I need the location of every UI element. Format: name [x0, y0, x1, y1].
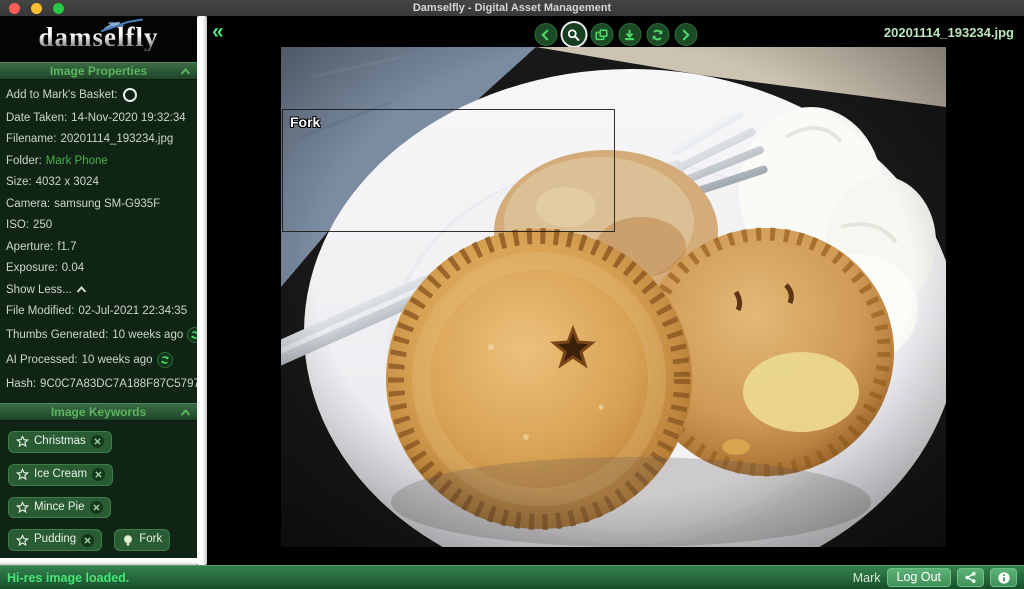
- prop-folder: Folder: Mark Phone: [6, 154, 108, 167]
- prop-iso: ISO: 250: [6, 219, 53, 231]
- info-icon: [997, 571, 1010, 584]
- remove-keyword-icon[interactable]: [92, 468, 106, 482]
- previous-image-button[interactable]: [534, 23, 557, 46]
- favourite-star-icon[interactable]: [16, 533, 29, 547]
- prop-aperture: Aperture: f1.7: [6, 240, 77, 253]
- prop-camera: Camera: samsung SM-G935F: [6, 197, 161, 210]
- keyword-chip[interactable]: Ice Cream: [8, 463, 114, 486]
- basket-checkbox[interactable]: [122, 88, 137, 102]
- favourite-star-icon[interactable]: [16, 435, 29, 448]
- show-less-toggle[interactable]: Show Less...: [6, 284, 197, 296]
- collapse-sidebar-button[interactable]: «: [212, 21, 224, 42]
- refresh-icon: [191, 330, 197, 339]
- keyword-chip[interactable]: Pudding: [8, 529, 103, 552]
- logout-button[interactable]: Log Out: [886, 568, 951, 587]
- chevron-up-icon[interactable]: [180, 408, 191, 417]
- keyword-chip[interactable]: Christmas: [8, 431, 112, 453]
- sidebar-horizontal-scrollbar[interactable]: [0, 558, 197, 565]
- keyword-chip[interactable]: Mince Pie: [8, 496, 111, 519]
- minimize-window-icon[interactable]: [31, 3, 42, 14]
- share-button[interactable]: [957, 568, 984, 587]
- chevron-right-icon: [682, 29, 690, 40]
- chevron-up-icon: [76, 285, 87, 293]
- basket-label: Add to Mark's Basket:: [6, 89, 118, 101]
- image-viewer: « 20201114_193234.jpg Fork: [207, 16, 1024, 565]
- photo-canvas[interactable]: Fork: [281, 47, 946, 547]
- statusbar: Hi-res image loaded. Mark Log Out: [0, 565, 1024, 589]
- window-titlebar: Damselfly - Digital Asset Management: [0, 0, 1024, 16]
- prop-exposure: Exposure: 0.04: [6, 262, 85, 274]
- app-logo: damselfly damselfly: [0, 16, 197, 62]
- remove-keyword-icon[interactable]: [81, 533, 95, 547]
- favourite-star-icon[interactable]: [16, 501, 29, 514]
- maximize-window-icon[interactable]: [53, 3, 64, 14]
- keyword-chip-ai[interactable]: Fork: [114, 529, 171, 552]
- viewer-toolbar: [534, 23, 697, 46]
- next-image-button[interactable]: [674, 23, 697, 46]
- object-detection-box[interactable]: Fork: [282, 109, 615, 232]
- prop-thumbs-generated: Thumbs Generated: 10 weeks ago: [6, 326, 197, 343]
- prop-size: Size: 4032 x 3024: [6, 176, 99, 188]
- status-message: Hi-res image loaded.: [7, 570, 130, 585]
- remove-keyword-icon[interactable]: [90, 435, 104, 449]
- dragonfly-icon: [101, 18, 143, 32]
- prop-file-modified: File Modified: 02-Jul-2021 22:34:35: [6, 305, 188, 317]
- lightbulb-icon: [124, 534, 133, 546]
- prop-hash: Hash: 9C0C7A83DC7A188F87C57973ED4: [6, 377, 197, 390]
- chevron-up-icon[interactable]: [180, 67, 191, 76]
- refresh-icon: [161, 356, 169, 364]
- image-keywords-header[interactable]: Image Keywords: [0, 403, 197, 421]
- close-window-icon[interactable]: [9, 3, 20, 14]
- download-button[interactable]: [618, 23, 641, 46]
- download-icon: [625, 29, 634, 40]
- keyword-chip-list: Christmas Ice Cream Mince Pie Pudding Fo…: [0, 421, 197, 558]
- refresh-icon: [652, 29, 663, 40]
- image-properties-title: Image Properties: [49, 64, 148, 78]
- zoom-button[interactable]: [562, 23, 585, 46]
- image-properties-header[interactable]: Image Properties: [0, 62, 197, 80]
- sidebar-vertical-scrollbar[interactable]: [197, 16, 207, 565]
- chevron-left-icon: [541, 29, 549, 40]
- basket-row: Add to Mark's Basket:: [6, 88, 197, 102]
- object-detection-label: Fork: [290, 114, 321, 130]
- share-nodes-icon: [965, 572, 976, 583]
- reprocess-ai-button[interactable]: [156, 352, 173, 368]
- folder-link[interactable]: Mark Phone: [46, 155, 108, 167]
- image-keywords-title: Image Keywords: [50, 405, 147, 419]
- remove-keyword-icon[interactable]: [89, 500, 103, 514]
- regenerate-thumbs-button[interactable]: [187, 326, 197, 343]
- window-title: Damselfly - Digital Asset Management: [412, 2, 612, 14]
- objects-icon: [595, 28, 608, 40]
- magnifier-icon: [567, 28, 580, 41]
- logged-in-user: Mark: [852, 570, 881, 585]
- sidebar: damselfly damselfly Image Properties Add…: [0, 16, 197, 558]
- prop-filename: Filename: 20201114_193234.jpg: [6, 133, 174, 145]
- refresh-button[interactable]: [646, 23, 669, 46]
- favourite-star-icon[interactable]: [16, 468, 29, 481]
- info-button[interactable]: [990, 568, 1017, 587]
- current-filename: 20201114_193234.jpg: [883, 25, 1014, 40]
- prop-ai-processed: AI Processed: 10 weeks ago: [6, 352, 197, 368]
- prop-date-taken: Date Taken: 14-Nov-2020 19:32:34: [6, 111, 186, 124]
- show-objects-button[interactable]: [590, 23, 613, 46]
